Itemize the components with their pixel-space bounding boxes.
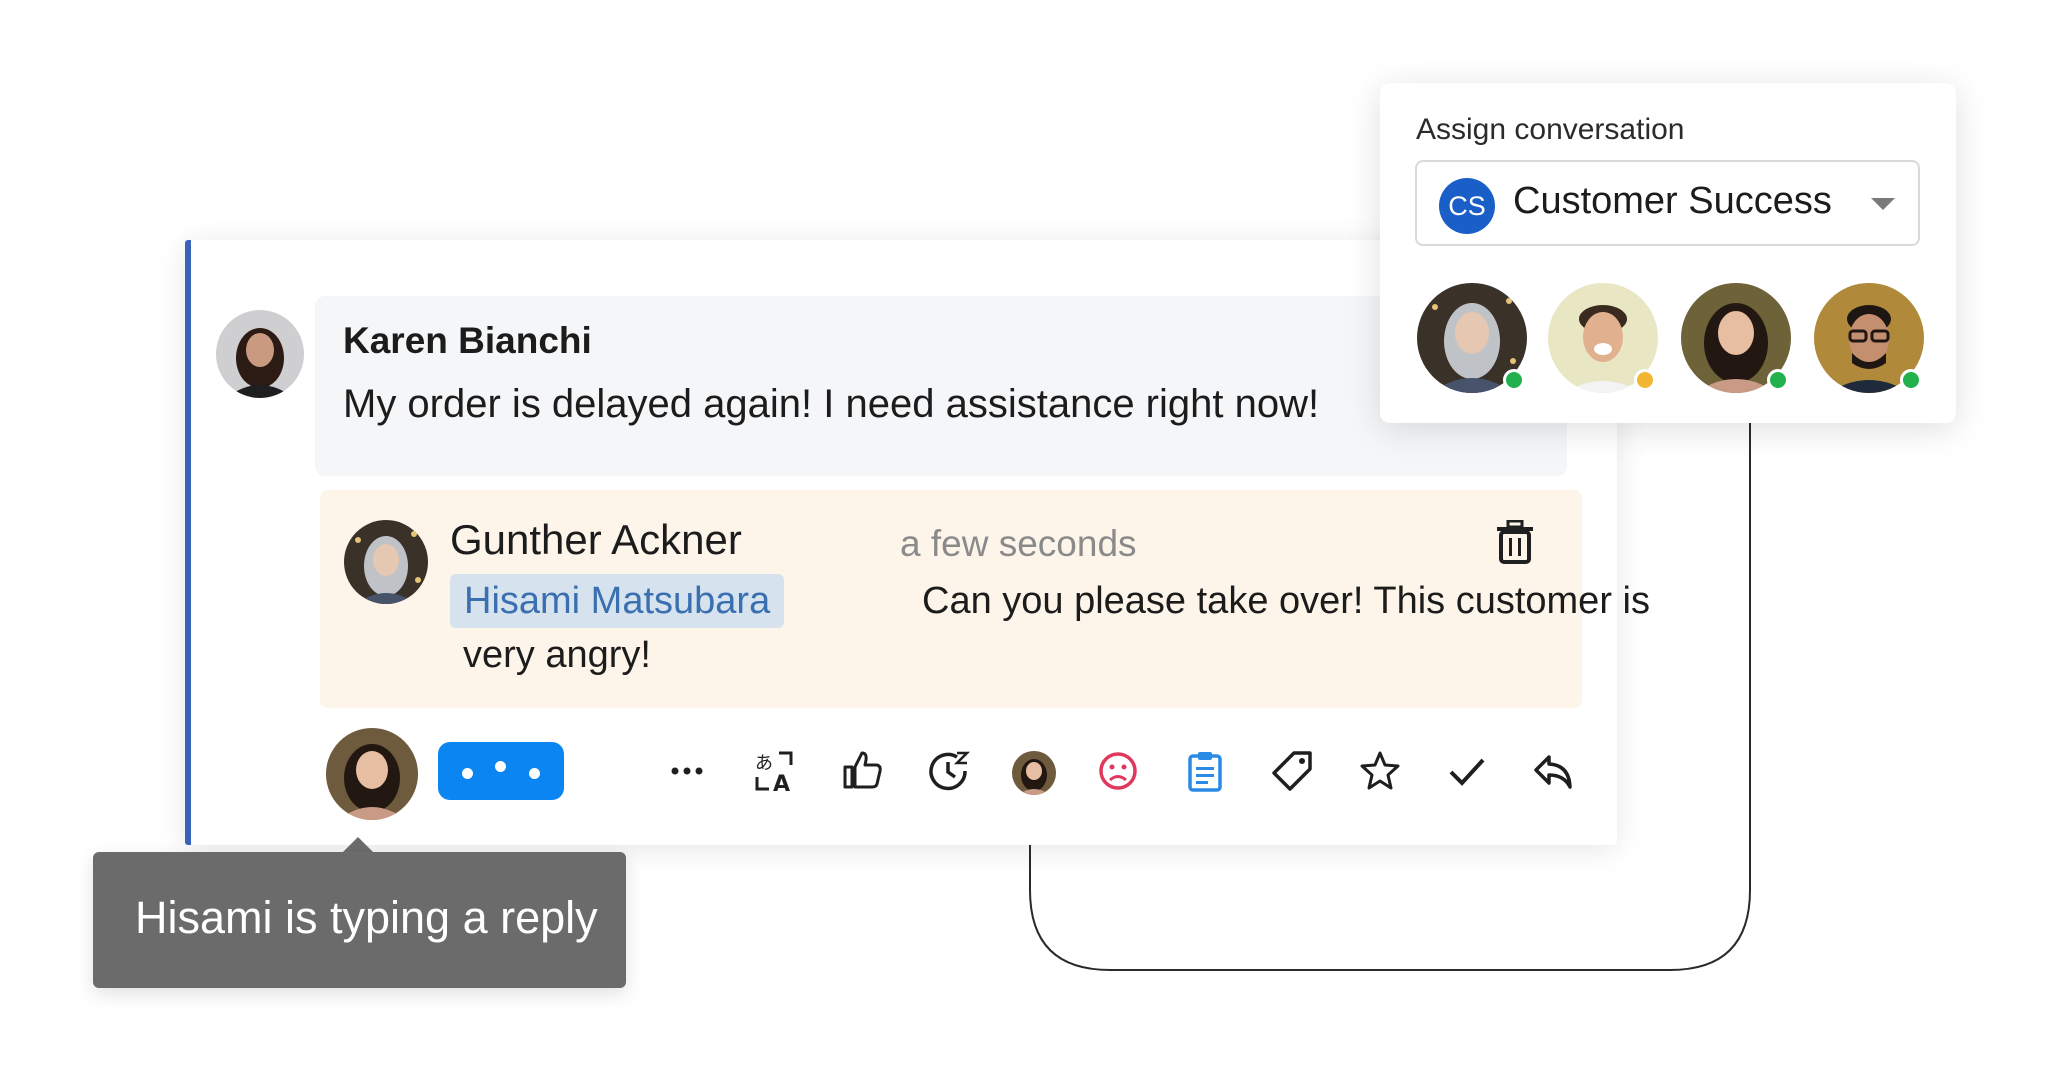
typing-agent-avatar[interactable] <box>326 728 418 820</box>
note-timestamp: a few seconds <box>900 523 1137 564</box>
assignee-avatar[interactable] <box>1012 751 1056 795</box>
agent-status-2 <box>1634 369 1656 391</box>
internal-note: Gunther Ackner a few seconds Hisami Mats… <box>320 490 1650 708</box>
clipboard-icon[interactable] <box>1183 749 1227 793</box>
tag-icon[interactable] <box>1271 749 1315 793</box>
assign-label: Assign conversation <box>1416 113 1685 146</box>
assign-conversation-card: Assign conversation CS Customer Success <box>1380 83 1956 423</box>
typing-tooltip: Hisami is typing a reply <box>93 852 626 988</box>
agent-status-4 <box>1900 369 1922 391</box>
team-badge: CS <box>1439 178 1495 234</box>
customer-avatar[interactable] <box>216 310 304 398</box>
note-text-line-2: very angry! <box>463 634 651 676</box>
svg-text:あ: あ <box>755 753 773 774</box>
conversation-accent-bar <box>185 240 191 845</box>
more-icon[interactable] <box>665 749 709 793</box>
svg-text:A: A <box>773 772 790 793</box>
mention-tag[interactable]: Hisami Matsubara <box>450 574 785 628</box>
chevron-down-icon[interactable] <box>1871 198 1895 210</box>
sad-face-icon[interactable] <box>1096 749 1140 793</box>
team-select[interactable]: CS Customer Success <box>1415 160 1920 246</box>
agent-status-3 <box>1767 369 1789 391</box>
trash-icon[interactable] <box>1495 519 1535 564</box>
snooze-icon[interactable] <box>927 749 971 793</box>
note-author-avatar[interactable] <box>344 520 428 604</box>
customer-message-text: My order is delayed again! I need assist… <box>343 382 1320 426</box>
thumbs-up-icon[interactable] <box>840 747 884 791</box>
star-icon[interactable] <box>1358 749 1402 793</box>
agent-status-1 <box>1503 369 1525 391</box>
team-select-value: Customer Success <box>1513 180 1832 222</box>
reply-icon[interactable] <box>1531 749 1575 793</box>
typing-indicator <box>438 742 564 800</box>
tooltip-text: Hisami is typing a reply <box>135 892 598 943</box>
customer-name: Karen Bianchi <box>343 320 592 361</box>
translate-icon[interactable]: あ A <box>753 749 797 793</box>
check-icon[interactable] <box>1445 749 1489 793</box>
note-author-name: Gunther Ackner <box>450 516 742 563</box>
note-text-line-1: Can you please take over! This customer … <box>922 580 1650 622</box>
